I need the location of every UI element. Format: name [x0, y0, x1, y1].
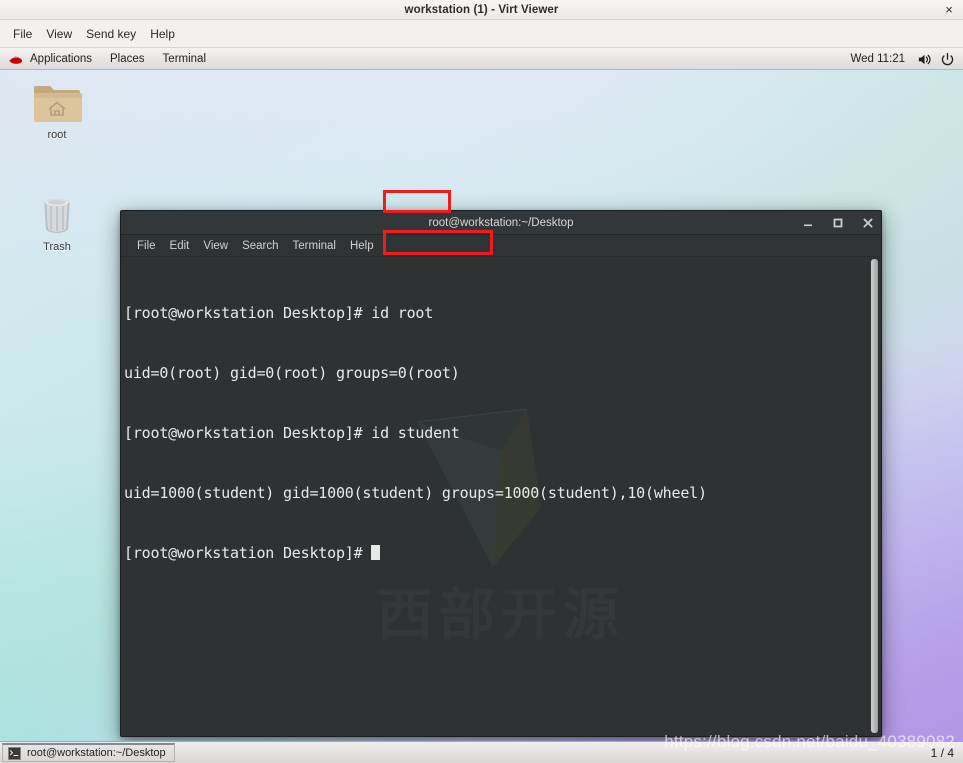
viewer-title: workstation (1) - Virt Viewer	[404, 3, 559, 16]
virt-viewer-window: workstation (1) - Virt Viewer × File Vie…	[0, 0, 963, 763]
panel-menu-terminal[interactable]: Terminal	[154, 51, 215, 67]
taskbar-window-button[interactable]: root@workstation:~/Desktop	[2, 743, 175, 762]
terminal-text-content: [root@workstation Desktop]# id root uid=…	[121, 257, 881, 603]
viewer-close-button[interactable]: ×	[941, 2, 957, 18]
terminal-title: root@workstation:~/Desktop	[428, 216, 574, 229]
terminal-icon	[8, 746, 21, 760]
terminal-maximize-button[interactable]	[831, 216, 845, 230]
terminal-menu-terminal[interactable]: Terminal	[286, 238, 343, 254]
terminal-line: uid=1000(student) gid=1000(student) grou…	[124, 484, 707, 502]
desktop-icon-root[interactable]: root	[16, 82, 98, 141]
speaker-icon[interactable]	[917, 52, 932, 67]
workspace-indicator[interactable]: 1 / 4	[925, 746, 960, 760]
trash-can-icon	[44, 198, 70, 233]
terminal-scrollbar-thumb[interactable]	[871, 259, 878, 733]
desktop-icon-trash-label: Trash	[43, 241, 71, 253]
home-folder-icon	[34, 86, 82, 122]
terminal-line: [root@workstation Desktop]# id student	[124, 424, 460, 442]
terminal-menu-file[interactable]: File	[130, 238, 163, 254]
viewer-menu-help[interactable]: Help	[143, 24, 182, 44]
terminal-prompt-line: [root@workstation Desktop]#	[124, 543, 881, 563]
viewer-titlebar: workstation (1) - Virt Viewer ×	[0, 0, 963, 20]
terminal-menu-search[interactable]: Search	[235, 238, 285, 254]
viewer-menu-send-key[interactable]: Send key	[79, 24, 143, 44]
viewer-menubar: File View Send key Help	[0, 20, 963, 48]
viewer-menu-view[interactable]: View	[39, 24, 79, 44]
terminal-menu-edit[interactable]: Edit	[163, 238, 197, 254]
desktop-area[interactable]: root Trash root@workstation:~/Desktop Fi…	[0, 70, 963, 741]
terminal-menubar: File Edit View Search Terminal Help	[121, 235, 881, 257]
bottom-taskbar: root@workstation:~/Desktop 1 / 4	[0, 741, 963, 763]
gnome-top-panel: Applications Places Terminal Wed 11:21	[0, 49, 963, 70]
terminal-menu-view[interactable]: View	[196, 238, 235, 254]
terminal-menu-help[interactable]: Help	[343, 238, 381, 254]
desktop-icon-trash[interactable]: Trash	[16, 192, 98, 253]
terminal-minimize-button[interactable]	[801, 216, 815, 230]
terminal-line: uid=0(root) gid=0(root) groups=0(root)	[124, 364, 460, 382]
panel-menu-applications[interactable]: Applications	[21, 51, 101, 67]
terminal-output-area[interactable]: 西部开源 [root@workstation Desktop]# id root…	[121, 257, 881, 736]
terminal-close-button[interactable]	[861, 216, 875, 230]
terminal-window[interactable]: root@workstation:~/Desktop File Edit Vie…	[120, 210, 882, 737]
terminal-prompt-text: [root@workstation Desktop]#	[124, 544, 372, 562]
terminal-titlebar[interactable]: root@workstation:~/Desktop	[121, 211, 881, 235]
desktop-icon-root-label: root	[47, 129, 67, 141]
viewer-menu-file[interactable]: File	[6, 24, 39, 44]
terminal-scrollbar[interactable]	[870, 259, 879, 734]
taskbar-window-label: root@workstation:~/Desktop	[27, 747, 166, 759]
panel-clock[interactable]: Wed 11:21	[846, 51, 909, 67]
terminal-cursor	[371, 545, 381, 560]
power-icon[interactable]	[940, 52, 955, 67]
terminal-line: [root@workstation Desktop]# id root	[124, 304, 434, 322]
panel-menu-places[interactable]: Places	[101, 51, 154, 67]
